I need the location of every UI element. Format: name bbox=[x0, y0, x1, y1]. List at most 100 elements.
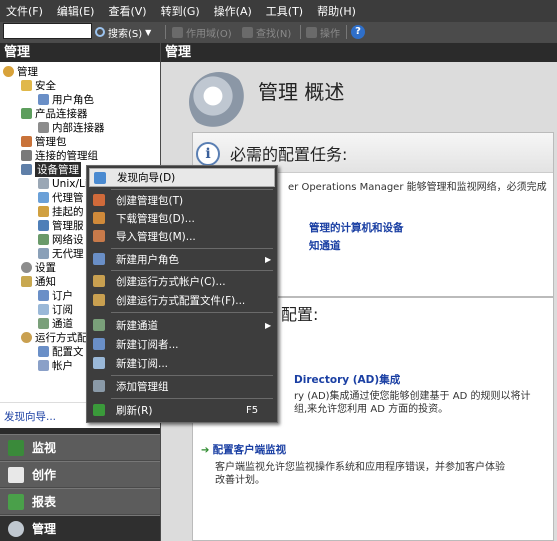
nav-administration[interactable]: 管理 bbox=[0, 515, 160, 541]
search-input[interactable] bbox=[3, 23, 92, 39]
client-monitoring-description: 改善计划。 bbox=[215, 475, 265, 486]
menu-item-new-subscription[interactable]: 新建订阅... bbox=[89, 354, 275, 373]
refresh-icon bbox=[93, 404, 105, 416]
channel-icon bbox=[93, 319, 105, 331]
tree-node-accounts[interactable]: 帐户 bbox=[38, 359, 73, 372]
context-menu: 发现向导(D) 创建管理包(T) 下载管理包(D)... 导入管理包(M)...… bbox=[86, 165, 278, 423]
menu-item-discovery-wizard[interactable]: 发现向导(D) bbox=[89, 168, 275, 187]
ad-integration-description: 组,来允许您利用 AD 方面的投资。 bbox=[294, 404, 449, 415]
account-icon bbox=[38, 360, 49, 371]
subscriber-icon bbox=[93, 338, 105, 350]
menu-separator bbox=[111, 398, 273, 399]
menu-item-add-management-group[interactable]: 添加管理组 bbox=[89, 377, 275, 396]
tree-node-user-roles[interactable]: 用户角色 bbox=[38, 93, 94, 106]
scope-icon bbox=[172, 26, 183, 38]
menu-file[interactable]: 文件(F) bbox=[6, 3, 43, 19]
client-monitoring-link[interactable]: 配置客户端监视 bbox=[213, 444, 287, 456]
card-title: 必需的配置任务: bbox=[230, 145, 348, 164]
shortcut-label: F5 bbox=[246, 405, 259, 416]
find-button[interactable]: 查找(N) bbox=[242, 24, 291, 40]
scope-button-label: 作用域(O) bbox=[186, 28, 232, 40]
gear-icon bbox=[189, 72, 249, 132]
tree-node-administration[interactable]: 管理 bbox=[3, 65, 38, 78]
menu-view[interactable]: 查看(V) bbox=[108, 3, 146, 19]
tree-node-management-packs[interactable]: 管理包 bbox=[21, 135, 67, 148]
server-icon bbox=[38, 220, 49, 231]
runas-account-icon bbox=[93, 275, 105, 287]
create-pack-icon bbox=[93, 194, 105, 206]
menu-item-create-runas-profile[interactable]: 创建运行方式配置文件(F)... bbox=[89, 291, 275, 310]
network-icon bbox=[38, 234, 49, 245]
tree-node-settings[interactable]: 设置 bbox=[21, 261, 56, 274]
nav-authoring[interactable]: 创作 bbox=[0, 461, 160, 487]
submenu-arrow-icon: ▶ bbox=[265, 321, 272, 330]
tree-node-agent-managed[interactable]: 代理管 bbox=[38, 191, 84, 204]
menu-item-create-runas-account[interactable]: 创建运行方式帐户(C)... bbox=[89, 272, 275, 291]
menu-go[interactable]: 转到(G) bbox=[161, 3, 200, 19]
card-description: er Operations Manager 能够管理和监视网络，必须完成 bbox=[288, 182, 547, 193]
tree-node-internal-connectors[interactable]: 内部连接器 bbox=[38, 121, 105, 134]
menu-item-new-channel[interactable]: 新建通道 ▶ bbox=[89, 316, 275, 335]
search-button[interactable]: 搜索(S) ▼ bbox=[95, 24, 151, 40]
tree-node-connected-groups[interactable]: 连接的管理组 bbox=[21, 149, 98, 162]
tree-node-agentless[interactable]: 无代理 bbox=[38, 247, 84, 260]
tree-node-device-management[interactable]: 设备管理 bbox=[21, 162, 81, 177]
search-icon bbox=[95, 27, 105, 37]
toolbar: 搜索(S) ▼ 作用域(O) 查找(N) 操作 ? bbox=[0, 22, 557, 42]
left-panel-title: 管理 bbox=[0, 43, 160, 62]
arrow-right-icon: ➔ bbox=[201, 445, 210, 456]
tree-node-notifications[interactable]: 通知 bbox=[21, 275, 56, 288]
actions-icon bbox=[306, 26, 317, 38]
menu-separator bbox=[111, 270, 273, 271]
connector-icon bbox=[21, 108, 32, 119]
connector-icon bbox=[38, 122, 49, 133]
tree-node-product-connectors[interactable]: 产品连接器 bbox=[21, 107, 88, 120]
scope-button[interactable]: 作用域(O) bbox=[172, 24, 232, 40]
find-icon bbox=[242, 26, 253, 38]
menu-actions[interactable]: 操作(A) bbox=[214, 3, 252, 19]
actions-button[interactable]: 操作 bbox=[306, 24, 340, 40]
add-group-icon bbox=[93, 380, 105, 392]
agent-icon bbox=[38, 192, 49, 203]
tree-node-network-devices[interactable]: 网络设 bbox=[38, 233, 84, 246]
subscription-icon bbox=[38, 304, 49, 315]
tree-node-channels[interactable]: 通道 bbox=[38, 317, 73, 330]
required-task-link-channels[interactable]: 知通道 bbox=[309, 240, 341, 253]
search-button-label: 搜索(S) bbox=[108, 28, 143, 40]
tree-node-runas-configuration[interactable]: 运行方式配 bbox=[21, 331, 88, 344]
download-pack-icon bbox=[93, 212, 105, 224]
runas-profile-icon bbox=[93, 294, 105, 306]
help-icon[interactable]: ? bbox=[351, 25, 365, 39]
menu-separator bbox=[111, 189, 273, 190]
runas-icon bbox=[21, 332, 32, 343]
tree-node-profiles[interactable]: 配置文 bbox=[38, 345, 84, 358]
nav-monitoring[interactable]: 监视 bbox=[0, 434, 160, 460]
tree-node-subscribers[interactable]: 订户 bbox=[38, 289, 73, 302]
required-task-link-devices[interactable]: 管理的计算机和设备 bbox=[309, 222, 404, 235]
menu-item-new-user-role[interactable]: 新建用户角色 ▶ bbox=[89, 250, 275, 269]
menu-item-refresh[interactable]: 刷新(R) F5 bbox=[89, 401, 275, 420]
ad-integration-link[interactable]: Directory (AD)集成 bbox=[294, 374, 400, 387]
agentless-icon bbox=[38, 248, 49, 259]
menu-item-new-subscriber[interactable]: 新建订阅者... bbox=[89, 335, 275, 354]
settings-icon bbox=[21, 262, 32, 273]
tree-node-pending[interactable]: 挂起的 bbox=[38, 205, 84, 218]
menu-item-download-pack[interactable]: 下载管理包(D)... bbox=[89, 209, 275, 228]
menu-item-create-pack[interactable]: 创建管理包(T) bbox=[89, 191, 275, 210]
tree-node-subscriptions[interactable]: 订阅 bbox=[38, 303, 73, 316]
authoring-icon bbox=[8, 466, 24, 483]
menu-item-import-pack[interactable]: 导入管理包(M)... bbox=[89, 227, 275, 246]
menu-edit[interactable]: 编辑(E) bbox=[57, 3, 95, 19]
menu-separator bbox=[111, 375, 273, 376]
admin-icon bbox=[8, 520, 24, 537]
submenu-arrow-icon: ▶ bbox=[265, 255, 272, 264]
menu-tools[interactable]: 工具(T) bbox=[266, 3, 303, 19]
subscription-icon bbox=[93, 357, 105, 369]
group-icon bbox=[21, 150, 32, 161]
tree-node-security[interactable]: 安全 bbox=[21, 79, 56, 92]
user-role-icon bbox=[93, 253, 105, 265]
nav-reporting[interactable]: 报表 bbox=[0, 488, 160, 514]
tree-node-management-servers[interactable]: 管理服 bbox=[38, 219, 84, 232]
pending-icon bbox=[38, 206, 49, 217]
menu-help[interactable]: 帮助(H) bbox=[317, 3, 356, 19]
